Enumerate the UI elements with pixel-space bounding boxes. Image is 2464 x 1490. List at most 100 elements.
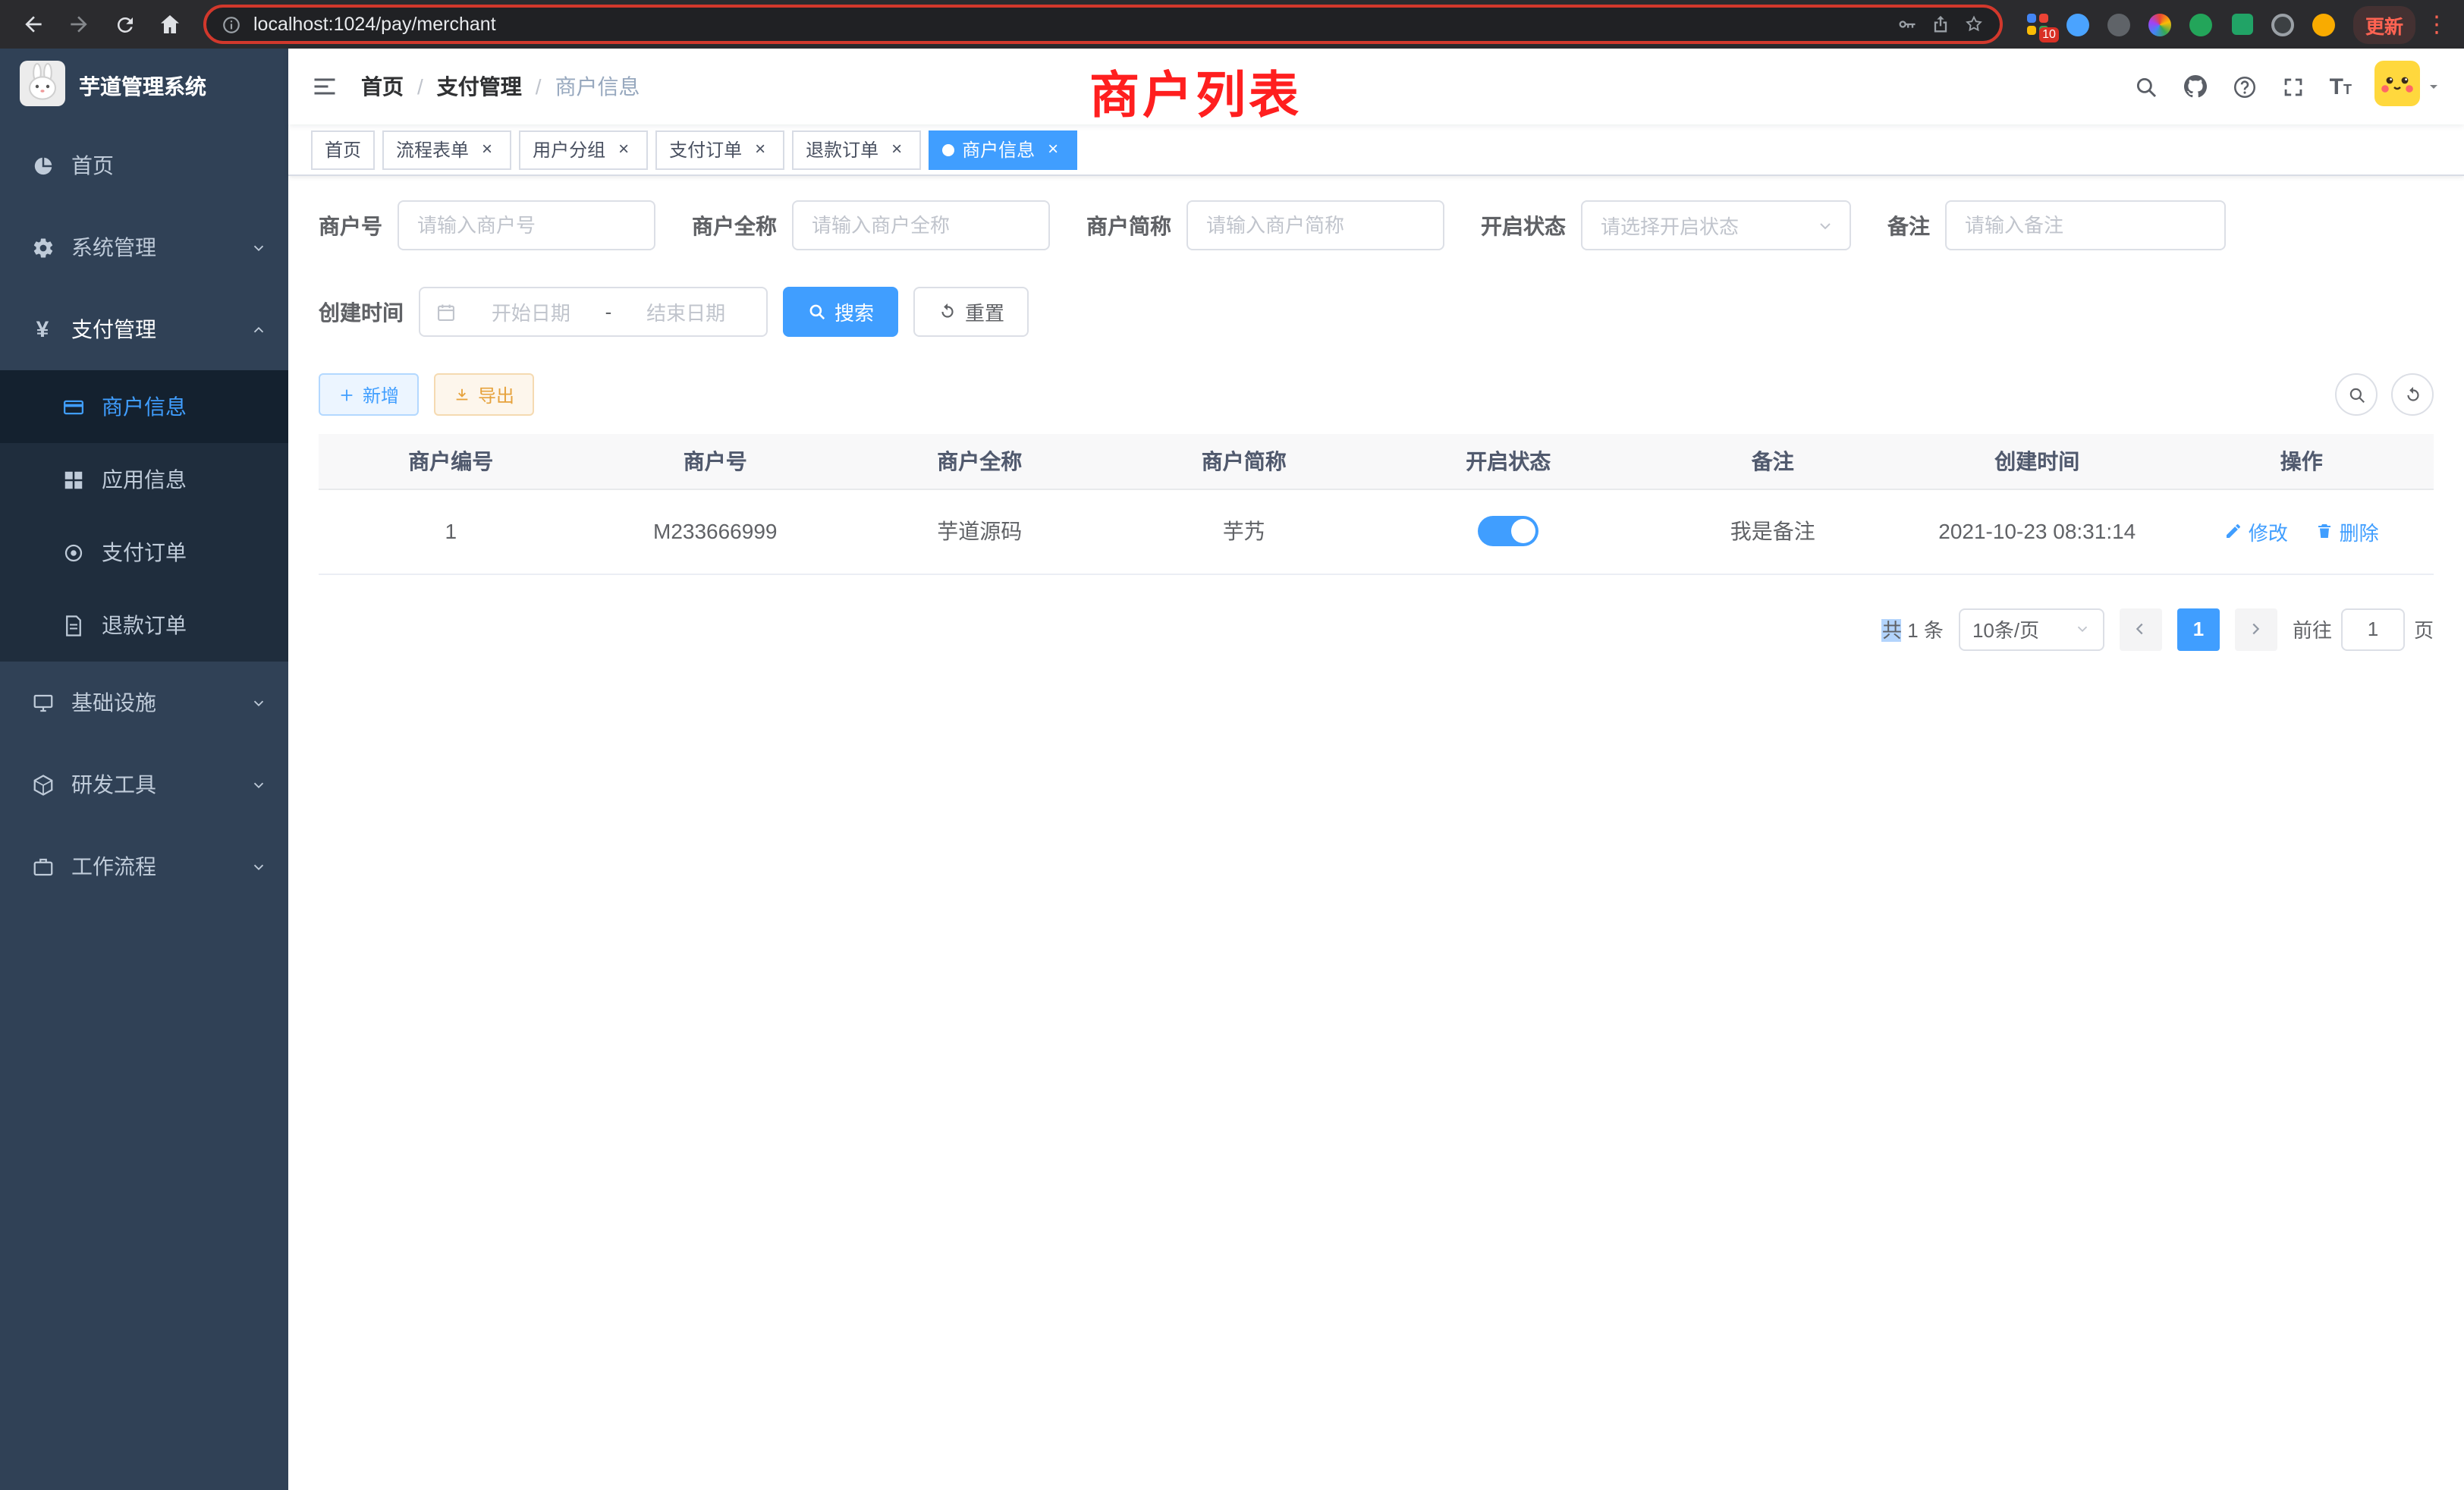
browser-reload-icon[interactable] — [106, 6, 143, 42]
extension-badge: 10 — [2039, 27, 2059, 42]
sidebar-item-dev-tools[interactable]: 研发工具 — [0, 743, 288, 825]
reset-button[interactable]: 重置 — [913, 287, 1029, 337]
extension-green-circle-icon[interactable] — [2188, 11, 2215, 38]
share-icon[interactable] — [1930, 14, 1951, 35]
create-time-range-picker[interactable]: 开始日期 - 结束日期 — [419, 287, 768, 337]
app-grid-icon — [61, 468, 85, 491]
sidebar-item-label: 应用信息 — [102, 464, 187, 495]
tab-process-form[interactable]: 流程表单 × — [382, 130, 511, 169]
export-button[interactable]: 导出 — [434, 373, 534, 416]
status-select[interactable]: 请选择开启状态 — [1581, 200, 1851, 250]
remark-input[interactable] — [1945, 200, 2226, 250]
close-icon[interactable]: × — [613, 139, 634, 160]
browser-address-bar[interactable]: localhost:1024/pay/merchant — [203, 5, 2003, 44]
extension-pinwheel-icon[interactable] — [2270, 11, 2297, 38]
chevron-down-icon — [1816, 216, 1834, 234]
tab-pay-order[interactable]: 支付订单 × — [655, 130, 784, 169]
col-short-name: 商户简称 — [1112, 434, 1377, 489]
browser-menu-icon[interactable]: ⋮ — [2425, 11, 2449, 38]
user-menu[interactable] — [2374, 60, 2443, 113]
browser-update-button[interactable]: 更新 — [2353, 5, 2415, 43]
site-info-icon[interactable] — [222, 14, 241, 34]
tab-label: 商户信息 — [962, 137, 1035, 162]
extension-blue-drop-icon[interactable] — [2065, 11, 2092, 38]
fullscreen-icon[interactable] — [2281, 74, 2307, 99]
edit-link[interactable]: 修改 — [2224, 517, 2288, 545]
col-full-name: 商户全称 — [847, 434, 1112, 489]
add-button[interactable]: 新增 — [319, 373, 419, 416]
delete-label: 删除 — [2340, 517, 2379, 545]
search-icon[interactable] — [2134, 74, 2160, 99]
target-icon — [61, 541, 85, 564]
goto-page-input[interactable] — [2341, 608, 2405, 650]
tab-merchant-info[interactable]: 商户信息 × — [929, 130, 1077, 169]
sidebar-item-payment[interactable]: ¥ 支付管理 — [0, 288, 288, 370]
field-label: 商户全称 — [692, 210, 777, 240]
cell-create-time: 2021-10-23 08:31:14 — [1905, 489, 2170, 574]
breadcrumb: 首页 / 支付管理 / 商户信息 — [361, 71, 640, 102]
tab-label: 退款订单 — [806, 137, 878, 162]
close-icon[interactable]: × — [886, 139, 907, 160]
sidebar-item-pay-order[interactable]: 支付订单 — [0, 516, 288, 589]
sidebar-item-label: 基础设施 — [71, 687, 156, 718]
password-key-icon[interactable] — [1897, 14, 1918, 35]
button-label: 重置 — [965, 297, 1004, 326]
browser-back-icon[interactable] — [15, 6, 52, 42]
delete-link[interactable]: 删除 — [2315, 517, 2379, 545]
chevron-down-icon — [250, 694, 267, 711]
sidebar-item-system[interactable]: 系统管理 — [0, 206, 288, 288]
sidebar-item-refund-order[interactable]: 退款订单 — [0, 589, 288, 662]
chevron-down-icon — [250, 239, 267, 256]
dashboard-icon — [30, 154, 55, 177]
help-icon[interactable] — [2233, 74, 2258, 99]
next-page-button[interactable] — [2235, 608, 2277, 650]
top-navbar: 首页 / 支付管理 / 商户信息 商户列表 — [288, 49, 2464, 124]
sidebar-item-infrastructure[interactable]: 基础设施 — [0, 662, 288, 743]
extension-dark-circle-icon[interactable] — [2106, 11, 2133, 38]
sidebar-logo[interactable]: 芋道管理系统 — [0, 49, 288, 124]
sidebar-item-workflow[interactable]: 工作流程 — [0, 825, 288, 907]
sidebar-item-app-info[interactable]: 应用信息 — [0, 443, 288, 516]
tab-user-group[interactable]: 用户分组 × — [519, 130, 648, 169]
refresh-button[interactable] — [2391, 373, 2434, 416]
toggle-search-button[interactable] — [2335, 373, 2378, 416]
font-size-icon[interactable]: TT — [2330, 75, 2352, 98]
extension-green-square-icon[interactable] — [2229, 11, 2256, 38]
toolbar-right-icons — [2335, 373, 2434, 416]
cell-status — [1376, 489, 1641, 574]
merchant-full-name-input[interactable] — [792, 200, 1050, 250]
prev-page-button[interactable] — [2120, 608, 2162, 650]
breadcrumb-payment[interactable]: 支付管理 — [437, 71, 522, 102]
breadcrumb-home[interactable]: 首页 — [361, 71, 404, 102]
sidebar-item-home[interactable]: 首页 — [0, 124, 288, 206]
filter-row-2: 创建时间 开始日期 - 结束日期 搜索 — [319, 287, 2434, 337]
extension-yellow-face-icon[interactable] — [2311, 11, 2338, 38]
merchant-short-name-input[interactable] — [1186, 200, 1444, 250]
yen-icon: ¥ — [30, 316, 55, 342]
field-label: 商户简称 — [1086, 210, 1171, 240]
close-icon[interactable]: × — [750, 139, 771, 160]
sidebar-collapse-icon[interactable] — [288, 73, 361, 100]
close-icon[interactable]: × — [476, 139, 498, 160]
bookmark-star-icon[interactable] — [1963, 14, 1985, 35]
filter-row-1: 商户号 商户全称 商户简称 开启状态 请选择开启状态 — [319, 200, 2434, 250]
sidebar-item-merchant-info[interactable]: 商户信息 — [0, 370, 288, 443]
tab-refund-order[interactable]: 退款订单 × — [792, 130, 921, 169]
search-button[interactable]: 搜索 — [783, 287, 898, 337]
sidebar-item-label: 退款订单 — [102, 610, 187, 640]
github-icon[interactable] — [2183, 73, 2210, 100]
merchant-no-input[interactable] — [398, 200, 655, 250]
close-icon[interactable]: × — [1042, 139, 1064, 160]
gear-icon — [30, 236, 55, 259]
page-size-select[interactable]: 10条/页 — [1959, 608, 2104, 650]
extension-tab-manager-icon[interactable]: 10 — [2024, 11, 2051, 38]
page-number-button[interactable]: 1 — [2177, 608, 2220, 650]
browser-home-icon[interactable] — [152, 6, 188, 42]
browser-forward-icon[interactable] — [61, 6, 97, 42]
button-label: 搜索 — [834, 297, 874, 326]
sidebar-item-label: 工作流程 — [71, 851, 156, 882]
chevron-down-icon — [250, 858, 267, 875]
tab-home[interactable]: 首页 — [311, 130, 375, 169]
status-toggle[interactable] — [1478, 516, 1538, 546]
extension-multicolor-icon[interactable] — [2147, 11, 2174, 38]
